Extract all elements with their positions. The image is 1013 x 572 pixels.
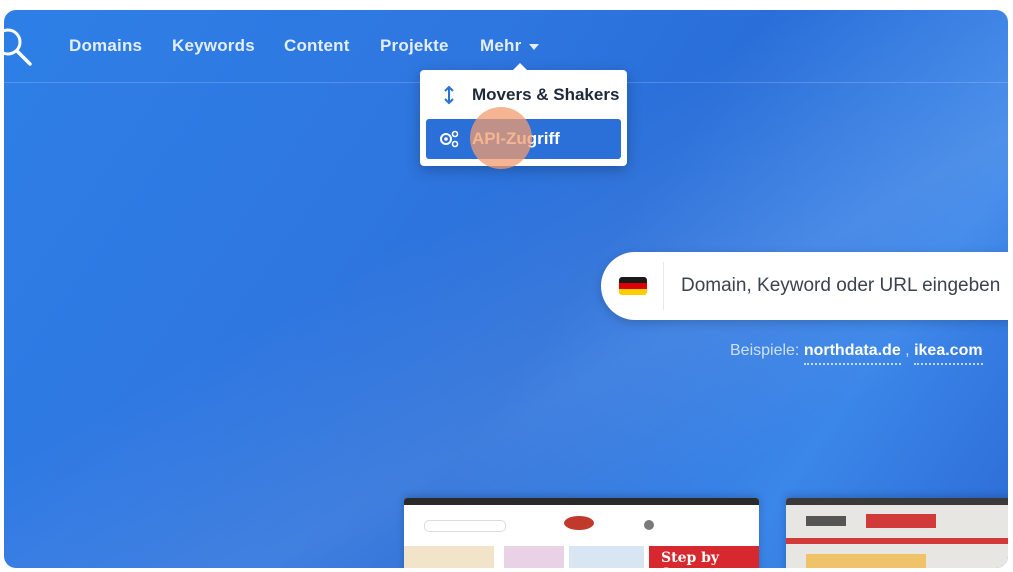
api-gears-icon bbox=[440, 130, 459, 148]
menu-item-label: Movers & Shakers bbox=[472, 85, 620, 104]
example-link-ikea[interactable]: ikea.com bbox=[914, 342, 983, 365]
thumb-banner: Step by Step bbox=[649, 546, 759, 568]
thumb-logo bbox=[564, 516, 594, 530]
preview-thumbnail-2 bbox=[786, 498, 1008, 568]
thumb-tile bbox=[569, 546, 644, 568]
thumb-icon bbox=[644, 520, 654, 530]
example-link-northdata[interactable]: northdata.de bbox=[803, 342, 901, 365]
nav-item-domains[interactable]: Domains bbox=[69, 36, 142, 56]
thumb-search bbox=[424, 520, 506, 532]
search-icon[interactable] bbox=[4, 24, 34, 68]
thumb-tile bbox=[504, 546, 564, 568]
up-down-arrow-icon bbox=[444, 85, 454, 105]
de-flag-icon[interactable] bbox=[619, 277, 647, 295]
thumb-topbar bbox=[404, 498, 759, 505]
nav-item-content[interactable]: Content bbox=[284, 36, 350, 56]
thumb-topbar bbox=[786, 498, 1008, 505]
chevron-down-icon bbox=[529, 43, 540, 50]
search-bar bbox=[601, 252, 1008, 320]
search-input[interactable] bbox=[681, 252, 1008, 320]
thumb-tile bbox=[404, 546, 494, 568]
nav-item-projekte[interactable]: Projekte bbox=[380, 36, 449, 56]
search-examples: Beispiele: northdata.de , ikea.com bbox=[730, 342, 983, 365]
menu-item-label: API-Zugriff bbox=[472, 129, 560, 148]
mehr-dropdown-menu: Movers & Shakers API-Zugriff bbox=[420, 63, 627, 166]
nav-item-mehr[interactable]: Mehr bbox=[480, 36, 540, 56]
main-frame: Domains Keywords Content Projekte Mehr M… bbox=[4, 10, 1008, 568]
nav-item-mehr-label: Mehr bbox=[480, 36, 522, 55]
examples-separator: , bbox=[905, 342, 910, 359]
thumb-tile bbox=[806, 554, 926, 568]
preview-thumbnail-1: Step by Step bbox=[404, 498, 759, 568]
search-divider bbox=[663, 262, 664, 310]
nav-item-keywords[interactable]: Keywords bbox=[172, 36, 255, 56]
examples-prefix: Beispiele: bbox=[730, 342, 800, 359]
menu-item-movers-shakers[interactable]: Movers & Shakers bbox=[426, 75, 621, 115]
thumb-logo bbox=[806, 516, 846, 526]
menu-item-api-zugriff[interactable]: API-Zugriff bbox=[426, 119, 621, 159]
thumb-button bbox=[866, 514, 936, 528]
thumb-stripe bbox=[786, 538, 1008, 544]
